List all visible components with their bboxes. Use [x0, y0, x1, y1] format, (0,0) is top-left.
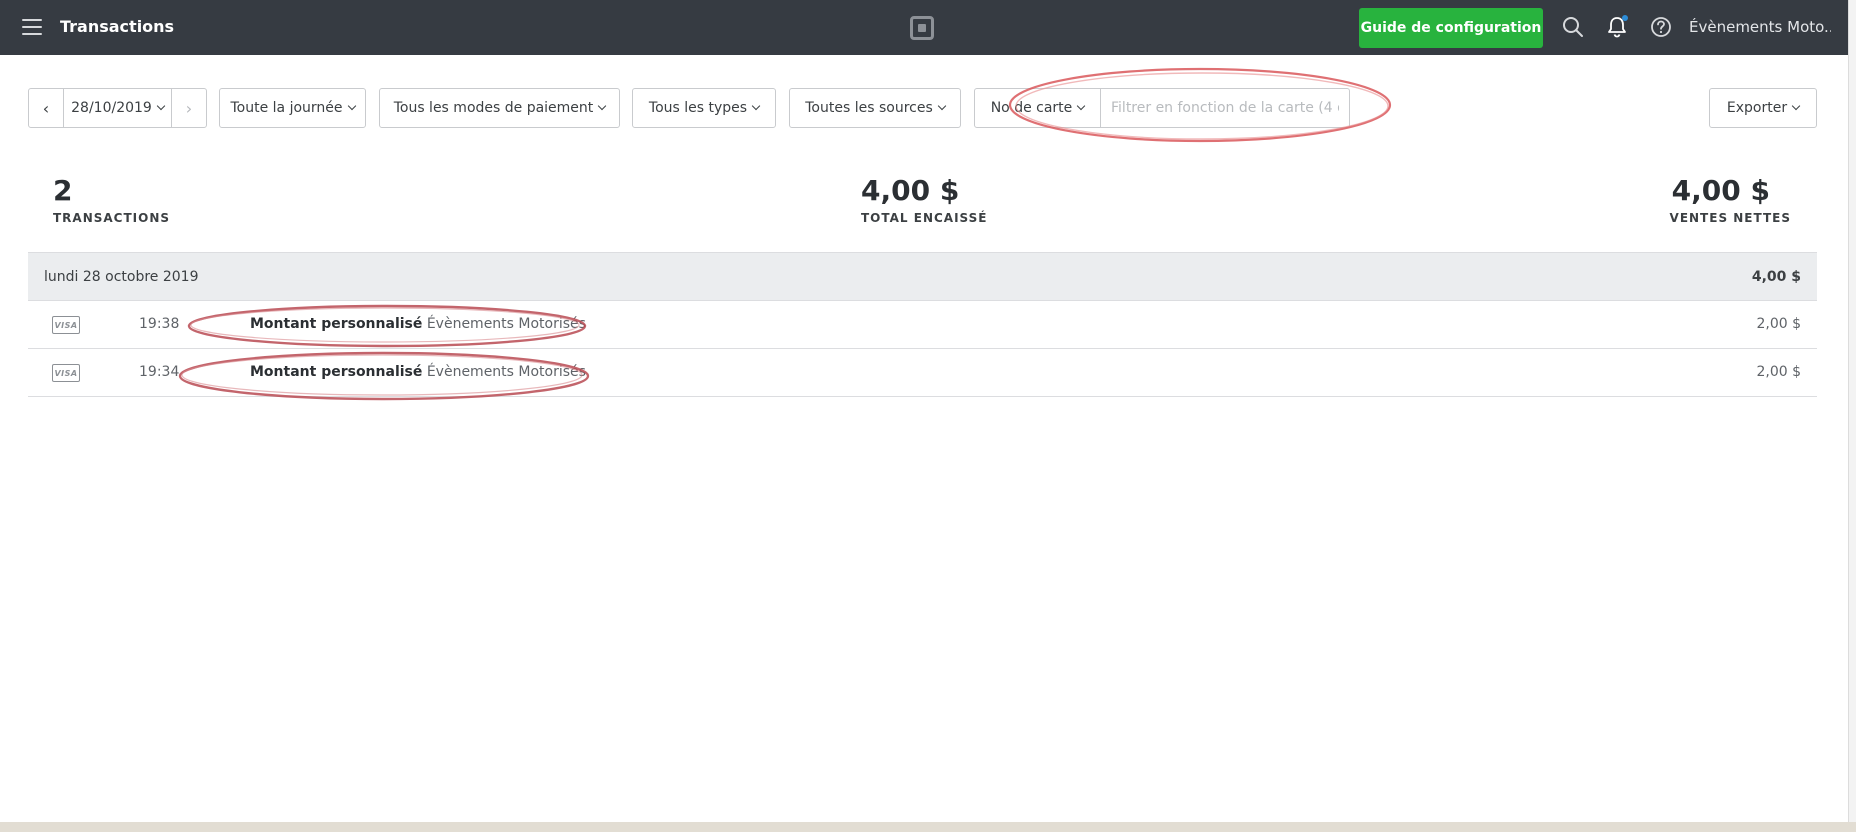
transaction-amount: 2,00 $ — [1756, 364, 1801, 380]
transaction-count: 2 — [53, 174, 73, 207]
date-value: 28/10/2019 — [71, 100, 152, 116]
square-logo-icon[interactable] — [910, 16, 934, 40]
table-row[interactable]: VISA 19:34 Montant personnalisé Évènemen… — [28, 349, 1817, 397]
window-bottom-edge — [0, 822, 1856, 832]
visa-card-icon: VISA — [52, 364, 80, 382]
transaction-merchant: Évènements Motorisés — [426, 316, 586, 332]
page-title: Transactions — [60, 17, 175, 36]
day-label: lundi 28 octobre 2019 — [44, 269, 199, 285]
chevron-down-icon — [751, 101, 761, 111]
transactions-page: Transactions Guide de configuration Évèn… — [0, 0, 1848, 822]
merchant-account-menu[interactable]: Évènements Moto... — [1689, 18, 1831, 36]
chevron-down-icon — [937, 101, 946, 111]
payment-modes-label: Tous les modes de paiement — [393, 100, 594, 116]
setup-guide-button[interactable]: Guide de configuration — [1359, 8, 1543, 48]
transaction-description: Montant personnalisé Évènements Motorisé… — [250, 364, 586, 380]
transaction-time: 19:34 — [139, 364, 180, 380]
hamburger-menu-icon[interactable] — [22, 19, 42, 35]
card-filter: No de carte — [974, 88, 1350, 128]
card-filter-input[interactable] — [1101, 89, 1349, 127]
day-group-header: lundi 28 octobre 2019 4,00 $ — [28, 252, 1817, 301]
transaction-amount: 2,00 $ — [1756, 316, 1801, 332]
types-label: Tous les types — [648, 100, 748, 116]
search-icon[interactable] — [1560, 14, 1586, 40]
transaction-item: Montant personnalisé — [250, 364, 423, 380]
card-number-label: No de carte — [990, 100, 1073, 116]
export-label: Exporter — [1726, 100, 1788, 116]
next-day-button[interactable]: › — [172, 89, 206, 127]
time-range-label: Toute la journée — [230, 100, 343, 116]
transaction-item: Montant personnalisé — [250, 316, 423, 332]
previous-day-button[interactable]: ‹ — [29, 89, 63, 127]
sources-label: Toutes les sources — [805, 100, 933, 116]
top-bar: Transactions Guide de configuration Évèn… — [0, 0, 1848, 55]
time-range-dropdown[interactable]: Toute la journée — [219, 88, 366, 128]
chevron-down-icon — [598, 101, 607, 111]
net-sales-label: VENTES NETTES — [1669, 211, 1791, 225]
date-picker: ‹ 28/10/2019 › — [28, 88, 207, 128]
transaction-count-label: TRANSACTIONS — [53, 211, 171, 225]
chevron-down-icon — [1791, 101, 1801, 111]
export-dropdown[interactable]: Exporter — [1709, 88, 1817, 128]
help-icon[interactable] — [1648, 14, 1674, 40]
sources-dropdown[interactable]: Toutes les sources — [789, 88, 961, 128]
table-row[interactable]: VISA 19:38 Montant personnalisé Évènemen… — [28, 301, 1817, 349]
transaction-description: Montant personnalisé Évènements Motorisé… — [250, 316, 586, 332]
transaction-merchant: Évènements Motorisés — [426, 364, 586, 380]
window-edge — [1848, 0, 1856, 832]
visa-card-icon: VISA — [52, 316, 80, 334]
transaction-time: 19:38 — [139, 316, 180, 332]
chevron-down-icon — [1077, 101, 1086, 111]
net-sales-value: 4,00 $ — [1671, 174, 1770, 207]
notifications-bell-icon[interactable] — [1604, 14, 1630, 40]
total-collected-value: 4,00 $ — [861, 174, 960, 207]
types-dropdown[interactable]: Tous les types — [632, 88, 776, 128]
day-total: 4,00 $ — [1751, 269, 1801, 285]
chevron-down-icon — [347, 101, 356, 111]
total-collected-label: TOTAL ENCAISSÉ — [861, 211, 988, 225]
chevron-down-icon — [156, 101, 166, 111]
payment-modes-dropdown[interactable]: Tous les modes de paiement — [379, 88, 620, 128]
card-number-dropdown[interactable]: No de carte — [975, 89, 1101, 127]
date-select[interactable]: 28/10/2019 — [63, 89, 172, 127]
